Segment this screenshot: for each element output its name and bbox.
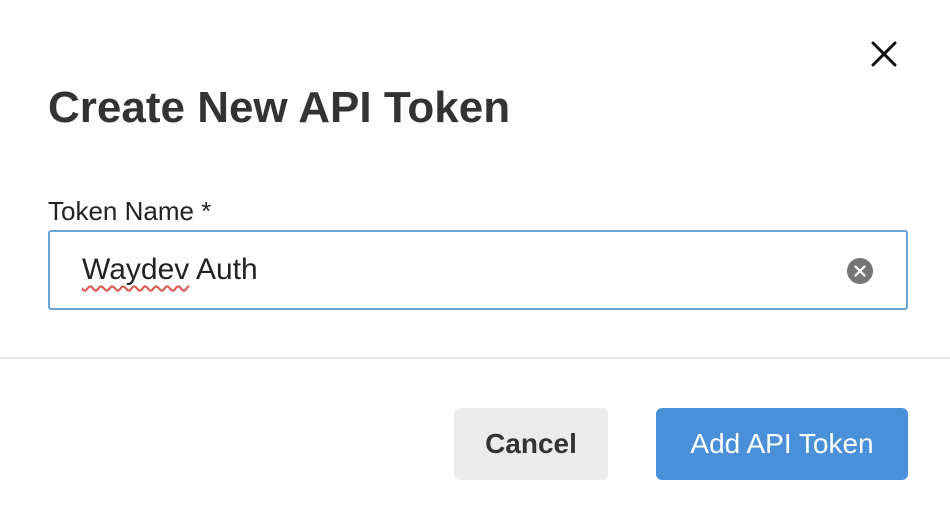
create-token-dialog: Create New API Token Token Name * Waydev… — [0, 0, 950, 526]
clear-input-button[interactable] — [847, 258, 873, 284]
token-name-input[interactable]: Waydev Auth — [48, 230, 908, 310]
footer-divider — [0, 357, 950, 359]
spellcheck-word: Waydev — [82, 253, 190, 286]
token-name-value[interactable]: Waydev Auth — [82, 250, 258, 290]
token-name-label: Token Name * — [48, 196, 212, 226]
dialog-title: Create New API Token — [48, 83, 511, 132]
cancel-button[interactable]: Cancel — [454, 408, 608, 480]
token-name-value-rest: Auth — [189, 253, 258, 286]
close-button[interactable] — [864, 34, 904, 74]
clear-circle-icon — [854, 265, 866, 277]
close-icon — [871, 41, 897, 67]
add-api-token-button[interactable]: Add API Token — [656, 408, 908, 480]
